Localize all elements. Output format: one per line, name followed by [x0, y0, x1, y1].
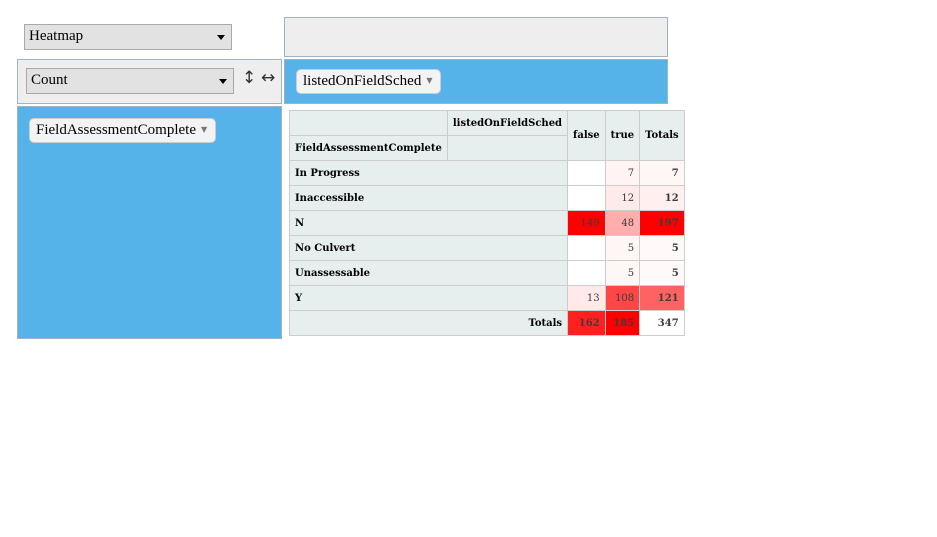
column-attributes-area[interactable]: listedOnFieldSched ▼	[284, 59, 668, 104]
value-cell[interactable]	[567, 235, 606, 261]
column-header-false: false	[567, 110, 606, 161]
totals-column-header: Totals	[639, 110, 685, 161]
corner-cell	[289, 110, 448, 136]
row-attribute-header: FieldAssessmentComplete	[289, 135, 448, 161]
value-cell[interactable]	[567, 185, 606, 211]
totals-row-label: Totals	[288, 310, 569, 336]
aggregator-area: Count ↕ ↔	[17, 59, 282, 104]
row-label: In Progress	[288, 160, 569, 186]
renderer-area: Heatmap	[17, 17, 282, 57]
value-cell[interactable]: 149	[567, 210, 606, 236]
column-header-true: true	[604, 110, 641, 161]
row-label: N	[288, 210, 569, 236]
value-cell[interactable]: 5	[604, 260, 641, 286]
aggregator-select[interactable]: Count	[26, 68, 234, 94]
table-row: Inaccessible 12 12	[288, 185, 685, 211]
filter-triangle-icon[interactable]: ▼	[426, 76, 432, 85]
unused-attributes-area[interactable]	[284, 17, 668, 57]
renderer-select[interactable]: Heatmap	[24, 24, 232, 50]
value-cell[interactable]: 7	[604, 160, 641, 186]
value-cell[interactable]: 48	[604, 210, 641, 236]
pivot-table-area: listedOnFieldSched false true Totals Fie…	[288, 110, 685, 336]
row-total-cell[interactable]: 7	[639, 160, 685, 186]
column-total-cell[interactable]: 185	[604, 310, 641, 336]
table-row: Y 13 108 121	[288, 285, 685, 311]
totals-row: Totals 162 185 347	[288, 310, 685, 336]
row-attribute-label: FieldAssessmentComplete	[36, 122, 196, 138]
renderer-select-value: Heatmap	[29, 28, 84, 44]
row-attributes-area[interactable]: FieldAssessmentComplete ▼	[17, 106, 282, 339]
row-label: No Culvert	[288, 235, 569, 261]
row-label: Unassessable	[288, 260, 569, 286]
value-cell[interactable]: 12	[604, 185, 641, 211]
column-attribute-pill[interactable]: listedOnFieldSched ▼	[296, 69, 442, 94]
row-total-cell[interactable]: 197	[639, 210, 685, 236]
value-cell[interactable]: 5	[604, 235, 641, 261]
dropdown-caret-icon	[219, 79, 227, 84]
value-cell[interactable]	[567, 160, 606, 186]
row-total-cell[interactable]: 5	[639, 235, 685, 261]
aggregator-select-value: Count	[31, 72, 68, 88]
row-total-cell[interactable]: 12	[639, 185, 685, 211]
column-total-cell[interactable]: 162	[567, 310, 606, 336]
table-row: No Culvert 5 5	[288, 235, 685, 261]
pivot-table: listedOnFieldSched false true Totals Fie…	[288, 110, 685, 336]
up-down-arrow-icon[interactable]: ↕	[242, 68, 256, 88]
grand-total-cell[interactable]: 347	[639, 310, 685, 336]
row-label: Inaccessible	[288, 185, 569, 211]
row-total-cell[interactable]: 121	[639, 285, 685, 311]
row-label: Y	[288, 285, 569, 311]
table-row: Unassessable 5 5	[288, 260, 685, 286]
row-attribute-pill[interactable]: FieldAssessmentComplete ▼	[29, 118, 217, 143]
column-attribute-header: listedOnFieldSched	[446, 110, 569, 136]
table-row: N 149 48 197	[288, 210, 685, 236]
value-cell[interactable]	[567, 260, 606, 286]
column-attribute-label: listedOnFieldSched	[303, 73, 422, 89]
dropdown-caret-icon	[217, 35, 225, 40]
value-cell[interactable]: 108	[604, 285, 641, 311]
value-cell[interactable]: 13	[567, 285, 606, 311]
row-total-cell[interactable]: 5	[639, 260, 685, 286]
empty-header-cell	[446, 135, 569, 161]
left-right-arrow-icon[interactable]: ↔	[261, 68, 275, 88]
filter-triangle-icon[interactable]: ▼	[201, 125, 207, 134]
table-row: In Progress 7 7	[288, 160, 685, 186]
